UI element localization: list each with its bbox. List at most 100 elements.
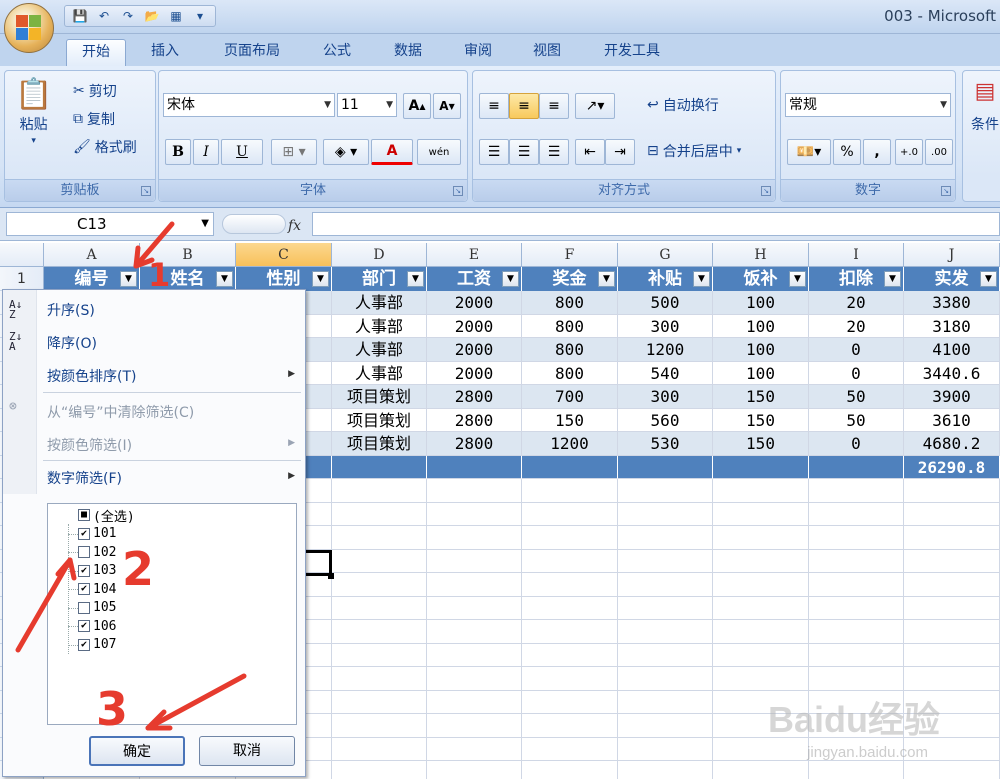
column-header-i[interactable]: I xyxy=(809,243,904,267)
column-header-a[interactable]: A xyxy=(44,243,140,267)
save-icon[interactable]: 💾 xyxy=(71,8,89,24)
select-all-corner[interactable] xyxy=(0,243,44,267)
table-cell[interactable] xyxy=(618,714,713,738)
table-cell[interactable]: 150 xyxy=(522,408,618,432)
table-cell[interactable] xyxy=(332,737,427,761)
table-cell[interactable] xyxy=(809,620,904,644)
align-top-button[interactable]: ≡ xyxy=(479,93,509,119)
table-cell[interactable] xyxy=(618,620,713,644)
tab-insert[interactable]: 插入 xyxy=(140,39,190,66)
tab-formulas[interactable]: 公式 xyxy=(312,39,362,66)
tab-page-layout[interactable]: 页面布局 xyxy=(212,39,292,66)
table-cell[interactable]: 100 xyxy=(713,338,809,362)
underline-button[interactable]: U xyxy=(221,139,263,165)
header-cell-bonus[interactable]: 奖金 ▼ xyxy=(522,267,618,291)
table-cell[interactable]: 0 xyxy=(809,361,904,385)
table-cell[interactable] xyxy=(332,573,427,597)
table-cell[interactable]: 人事部 xyxy=(332,361,427,385)
filter-value-item[interactable]: ■ (全选) xyxy=(78,506,135,525)
table-cell[interactable] xyxy=(809,573,904,597)
font-size-select[interactable]: 11 ▼ xyxy=(337,93,397,117)
increase-indent-button[interactable]: ⇥ xyxy=(605,139,635,165)
table-cell[interactable]: 2000 xyxy=(427,314,522,338)
formula-bar-splitter[interactable] xyxy=(222,214,286,234)
table-cell[interactable]: 2000 xyxy=(427,291,522,315)
align-right-button[interactable]: ☰ xyxy=(539,139,569,165)
copy-button[interactable]: ⧉ 复制 xyxy=(73,109,115,129)
insert-function-icon[interactable]: fx xyxy=(288,218,301,234)
table-cell[interactable]: 0 xyxy=(809,338,904,362)
percent-button[interactable]: % xyxy=(833,139,861,165)
decrease-decimal-button[interactable]: .00 xyxy=(925,139,953,165)
table-cell[interactable]: 300 xyxy=(618,314,713,338)
table-cell[interactable]: 3900 xyxy=(904,385,1000,409)
table-cell[interactable] xyxy=(904,526,1000,550)
table-cell[interactable] xyxy=(427,502,522,526)
format-painter-button[interactable]: 🖌 格式刷 xyxy=(73,137,137,157)
table-cell[interactable] xyxy=(904,549,1000,573)
wrap-text-button[interactable]: ↩ 自动换行 xyxy=(647,95,719,115)
table-cell[interactable] xyxy=(427,596,522,620)
total-row-cell[interactable] xyxy=(809,455,904,479)
table-cell[interactable] xyxy=(713,761,809,779)
table-cell[interactable] xyxy=(904,596,1000,620)
table-cell[interactable] xyxy=(904,479,1000,503)
table-cell[interactable]: 100 xyxy=(713,291,809,315)
filter-value-item[interactable]: ✔ 103 xyxy=(78,562,116,580)
column-header-j[interactable]: J xyxy=(904,243,1000,267)
total-row-cell[interactable] xyxy=(618,455,713,479)
table-cell[interactable] xyxy=(904,502,1000,526)
font-color-button[interactable]: A xyxy=(371,139,413,165)
table-cell[interactable] xyxy=(427,549,522,573)
table-cell[interactable]: 3610 xyxy=(904,408,1000,432)
filter-dropdown-icon[interactable]: ▼ xyxy=(693,271,710,287)
table-cell[interactable]: 20 xyxy=(809,314,904,338)
table-cell[interactable] xyxy=(713,667,809,691)
table-cell[interactable] xyxy=(809,526,904,550)
table-cell[interactable] xyxy=(618,573,713,597)
table-cell[interactable] xyxy=(522,573,618,597)
table-cell[interactable] xyxy=(427,714,522,738)
table-cell[interactable]: 50 xyxy=(809,385,904,409)
table-cell[interactable] xyxy=(713,502,809,526)
filter-dropdown-icon[interactable]: ▼ xyxy=(312,271,329,287)
table-cell[interactable] xyxy=(332,526,427,550)
header-cell-net-pay[interactable]: 实发 ▼ xyxy=(904,267,1000,291)
customize-qat-icon[interactable]: ▾ xyxy=(191,8,209,24)
table-cell[interactable]: 150 xyxy=(713,385,809,409)
filter-dropdown-icon[interactable]: ▼ xyxy=(216,271,233,287)
checkbox[interactable]: ✔ xyxy=(78,527,90,540)
table-cell[interactable]: 300 xyxy=(618,385,713,409)
table-cell[interactable] xyxy=(427,526,522,550)
table-cell[interactable] xyxy=(332,643,427,667)
table-cell[interactable]: 4680.2 xyxy=(904,432,1000,456)
table-cell[interactable] xyxy=(618,479,713,503)
filter-value-item[interactable]: 105 xyxy=(78,599,116,617)
borders-button[interactable]: ⊞ ▾ xyxy=(271,139,317,165)
header-cell-salary[interactable]: 工资 ▼ xyxy=(427,267,522,291)
tab-review[interactable]: 审阅 xyxy=(453,39,503,66)
bold-button[interactable]: B xyxy=(165,139,191,165)
table-cell[interactable] xyxy=(427,737,522,761)
filter-dropdown-icon[interactable]: ▼ xyxy=(980,271,997,287)
table-cell[interactable] xyxy=(713,549,809,573)
align-middle-button[interactable]: ≡ xyxy=(509,93,539,119)
filter-dropdown-icon[interactable]: ▼ xyxy=(884,271,901,287)
tab-view[interactable]: 视图 xyxy=(522,39,572,66)
table-cell[interactable]: 540 xyxy=(618,361,713,385)
table-cell[interactable] xyxy=(522,690,618,714)
table-cell[interactable] xyxy=(332,620,427,644)
table-cell[interactable] xyxy=(618,667,713,691)
filter-value-item[interactable]: 102 xyxy=(78,543,116,561)
increase-decimal-button[interactable]: +.0 xyxy=(895,139,923,165)
table-cell[interactable]: 2800 xyxy=(427,432,522,456)
table-cell[interactable]: 3380 xyxy=(904,291,1000,315)
table-cell[interactable]: 100 xyxy=(713,361,809,385)
total-row-cell[interactable] xyxy=(427,455,522,479)
total-cell[interactable]: 26290.8 xyxy=(904,455,1000,479)
table-cell[interactable]: 项目策划 xyxy=(332,432,427,456)
table-cell[interactable]: 100 xyxy=(713,314,809,338)
table-cell[interactable] xyxy=(522,620,618,644)
filter-dropdown-icon[interactable]: ▼ xyxy=(598,271,615,287)
form-icon[interactable]: ▦ xyxy=(167,8,185,24)
